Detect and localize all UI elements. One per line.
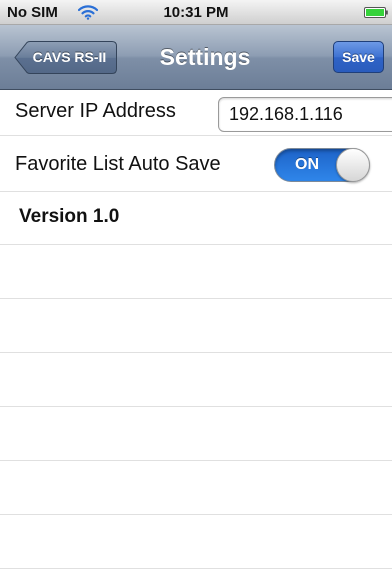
back-button[interactable]: CAVS RS-II <box>14 41 117 74</box>
toggle-state-label: ON <box>295 156 319 173</box>
settings-screen: No SIM 10:31 PM CAVS RS-II Settings Save… <box>0 0 392 587</box>
server-ip-label: Server IP Address <box>15 100 176 122</box>
server-ip-field[interactable] <box>218 97 392 132</box>
back-button-label: CAVS RS-II <box>32 49 107 65</box>
server-ip-row: Server IP Address <box>0 90 392 136</box>
auto-save-toggle[interactable]: ON <box>274 148 370 182</box>
auto-save-label: Favorite List Auto Save <box>15 153 221 175</box>
clock: 10:31 PM <box>163 4 229 21</box>
status-bar: No SIM 10:31 PM <box>0 0 392 25</box>
page-title: Settings <box>159 44 251 70</box>
toggle-knob <box>336 148 370 182</box>
navigation-bar: CAVS RS-II Settings Save <box>0 25 392 90</box>
empty-row <box>0 515 392 569</box>
save-button[interactable]: Save <box>333 41 384 73</box>
empty-row <box>0 461 392 515</box>
version-row: Version 1.0 <box>0 192 392 245</box>
empty-row <box>0 245 392 299</box>
version-label: Version 1.0 <box>19 206 120 227</box>
empty-row <box>0 353 392 407</box>
empty-row <box>0 299 392 353</box>
empty-row <box>0 407 392 461</box>
battery-icon <box>364 7 388 18</box>
